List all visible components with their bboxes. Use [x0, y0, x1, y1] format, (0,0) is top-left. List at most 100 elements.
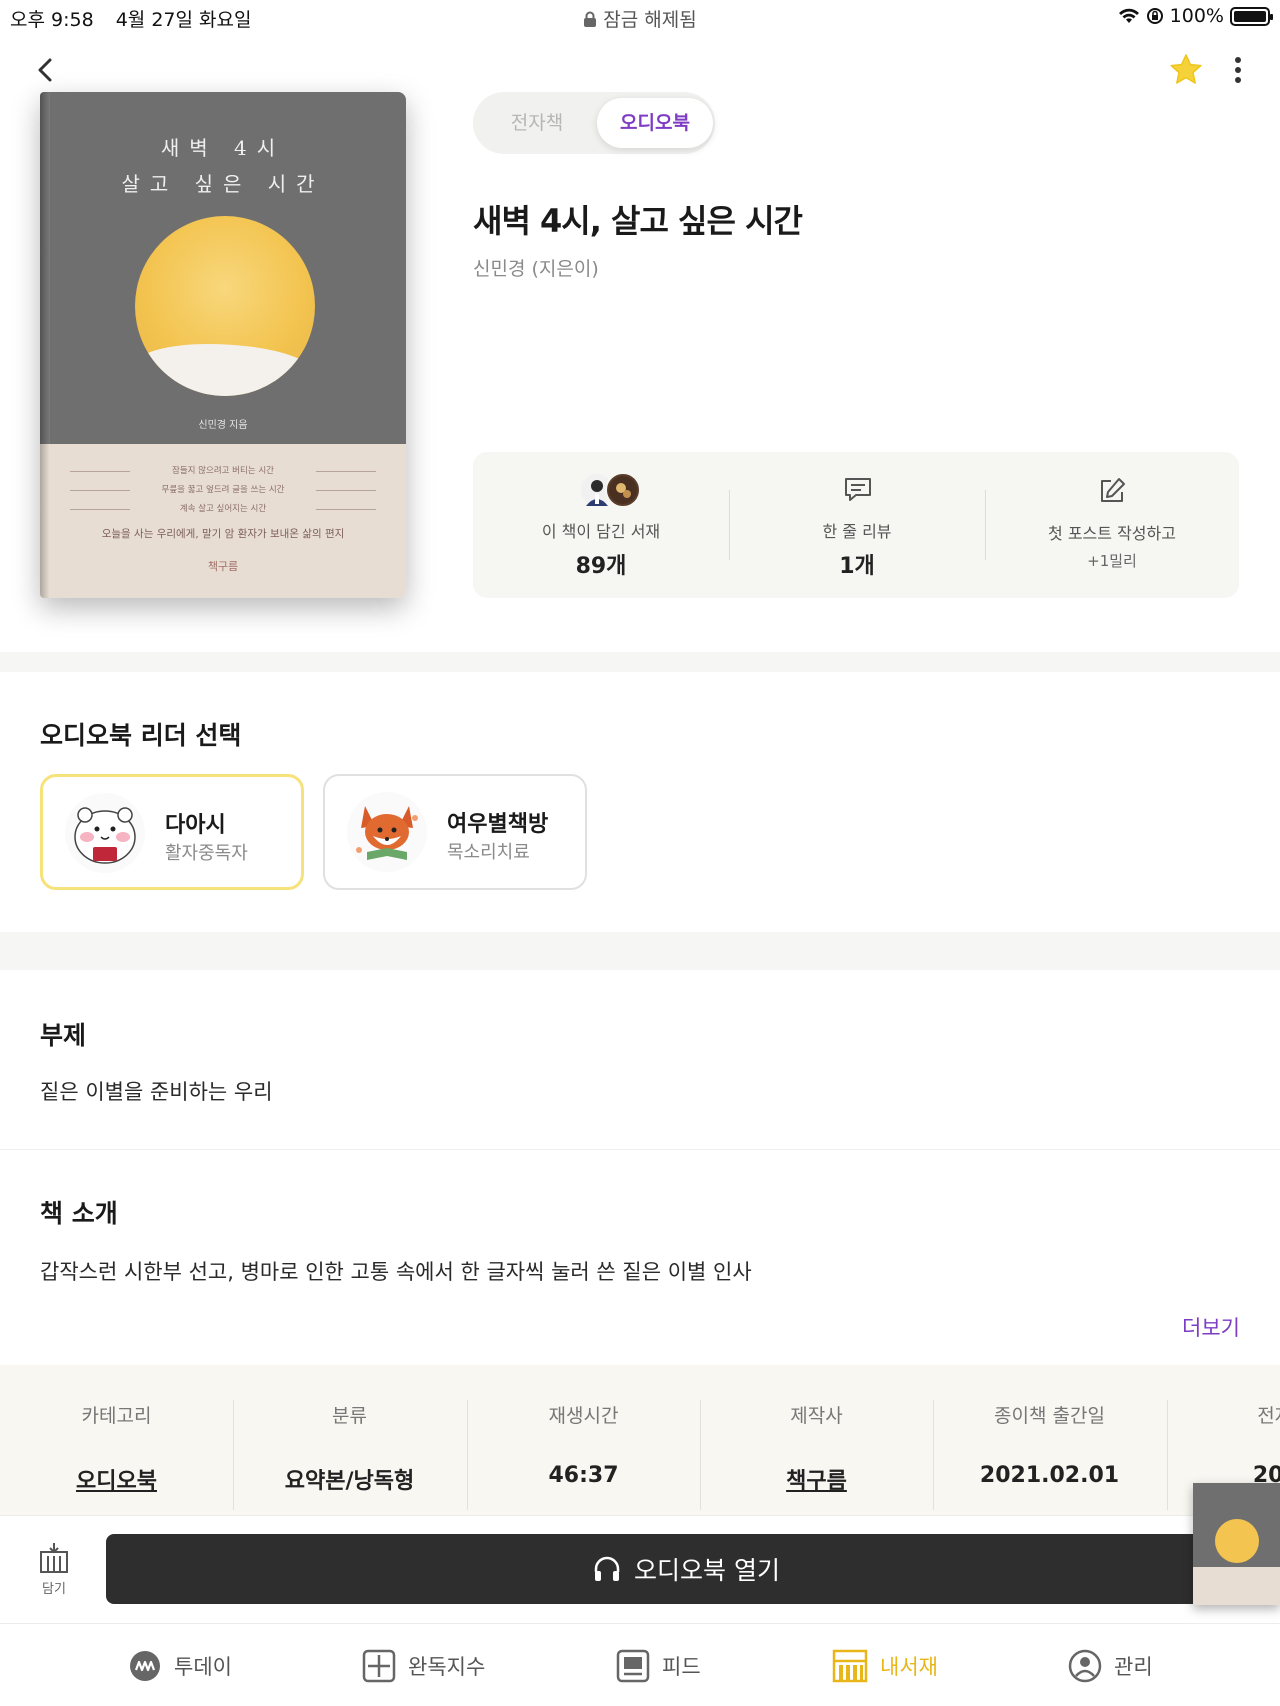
user-avatar	[605, 472, 641, 508]
feed-icon	[616, 1649, 650, 1682]
stat-post-label: 첫 포스트 작성하고	[1048, 524, 1176, 543]
reader-name: 여우별책방	[447, 812, 549, 837]
stats-card: 이 책이 담긴 서재 89개 한 줄 리뷰 1개 첫 포스트 작성하고 +1밀리	[473, 452, 1239, 598]
section-divider	[0, 652, 1280, 672]
info-label: 제작사	[790, 1405, 843, 1427]
shelf-avatars	[561, 472, 641, 508]
stat-shelves[interactable]: 이 책이 담긴 서재 89개	[473, 452, 729, 598]
lock-icon	[584, 11, 597, 27]
open-audiobook-button[interactable]: 오디오북 열기	[106, 1534, 1266, 1604]
subtitle-title: 부제	[40, 1021, 87, 1050]
cover-snow	[135, 344, 315, 396]
stat-reviews-label: 한 줄 리뷰	[822, 522, 892, 541]
book-title: 새벽 4시, 살고 싶은 시간	[473, 202, 803, 240]
cover-title-line1: 새벽 4시	[160, 136, 286, 160]
reader-card-yeoubyeol[interactable]: 여우별책방 목소리치료	[323, 774, 587, 890]
add-to-shelf-label: 담기	[42, 1582, 66, 1597]
book-author[interactable]: 신민경 (지은이)	[473, 254, 599, 281]
info-table: 카테고리 오디오북 분류 요약본/낭독형 재생시간 46:37 제작사 책구름 …	[0, 1365, 1280, 1515]
stat-post-sub: +1밀리	[1087, 552, 1137, 570]
reader-avatar	[65, 793, 145, 873]
status-right: 100%	[1118, 5, 1273, 27]
info-label: 전자책	[1257, 1405, 1280, 1427]
bottom-tab-bar: 투데이 완독지수 피드 내서재 관리	[0, 1623, 1280, 1706]
info-label: 종이책 출간일	[994, 1405, 1105, 1427]
cover-author: 신민경 지음	[198, 420, 248, 431]
tab-label: 피드	[662, 1654, 701, 1679]
stat-shelves-value: 89개	[575, 554, 627, 579]
cover-lines: 잠들지 않으려고 버티는 시간 무릎을 꿇고 엎드려 글을 쓰는 시간 계속 살…	[70, 462, 376, 519]
action-bar: 담기 오디오북 열기	[0, 1515, 1280, 1623]
headphones-icon	[594, 1556, 620, 1581]
info-value-link[interactable]: 오디오북	[0, 1463, 233, 1495]
tab-label: 내서재	[880, 1654, 938, 1679]
stat-reviews-value: 1개	[839, 554, 875, 579]
add-to-shelf-button[interactable]: 담기	[30, 1542, 78, 1597]
tab-feed[interactable]: 피드	[616, 1624, 701, 1706]
mini-cover-sun	[1215, 1519, 1259, 1563]
reader-card-daashi[interactable]: 다아시 활자중독자	[40, 774, 304, 890]
stat-first-post[interactable]: 첫 포스트 작성하고 +1밀리	[985, 452, 1239, 598]
cover-sun-illustration	[135, 216, 315, 396]
section-divider	[0, 932, 1280, 970]
battery-icon	[1230, 6, 1273, 26]
back-icon[interactable]	[26, 50, 66, 90]
info-type: 분류 요약본/낭독형	[233, 1365, 466, 1515]
info-value: 요약본/낭독형	[284, 1469, 415, 1494]
book-cover[interactable]: 새벽 4시 살고 싶은 시간 신민경 지음 잠들지 않으려고 버티는 시간 무릎…	[40, 92, 406, 598]
info-print-date: 종이책 출간일 2021.02.01	[933, 1365, 1166, 1515]
stat-shelves-label: 이 책이 담긴 서재	[541, 522, 661, 541]
reader-avatar	[347, 792, 427, 872]
tab-completion[interactable]: 완독지수	[362, 1624, 485, 1706]
divider	[0, 1149, 1280, 1150]
tab-ebook[interactable]: 전자책	[479, 98, 595, 148]
info-value: 2021.02.01	[979, 1463, 1120, 1488]
tab-label: 관리	[1114, 1654, 1153, 1679]
plus-grid-icon	[362, 1649, 396, 1682]
tab-my-library[interactable]: 내서재	[832, 1624, 938, 1706]
wifi-icon	[1118, 8, 1139, 23]
cover-line: 무릎을 꿇고 엎드려 글을 쓰는 시간	[70, 481, 376, 500]
library-icon	[832, 1649, 868, 1682]
info-value-link[interactable]: 책구름	[700, 1463, 933, 1495]
profile-icon	[1068, 1649, 1102, 1682]
reader-name: 다아시	[165, 813, 226, 838]
battery-fill	[1234, 10, 1266, 22]
more-link[interactable]: 더보기	[1182, 1312, 1240, 1342]
tab-manage[interactable]: 관리	[1068, 1624, 1153, 1706]
status-lock: 잠금 해제됨	[0, 5, 1280, 32]
star-icon[interactable]	[1168, 52, 1204, 88]
intro-text: 갑작스런 시한부 선고, 병마로 인한 고통 속에서 한 글자씩 눌러 쓴 짙은…	[40, 1260, 752, 1284]
reader-sub: 목소리치료	[447, 842, 530, 863]
orientation-lock-icon	[1146, 8, 1163, 24]
format-toggle: 전자책 오디오북	[473, 92, 715, 154]
status-bar: 오후 9:58 4월 27일 화요일 잠금 해제됨 100%	[0, 0, 1280, 34]
info-category: 카테고리 오디오북	[0, 1365, 233, 1515]
stat-reviews[interactable]: 한 줄 리뷰 1개	[729, 452, 985, 598]
hamster-avatar	[74, 807, 136, 864]
tab-label: 투데이	[174, 1654, 232, 1679]
reader-sub: 활자중독자	[165, 843, 248, 864]
edit-icon	[1101, 478, 1125, 502]
tab-today[interactable]: 투데이	[128, 1624, 232, 1706]
subtitle-text: 짙은 이별을 준비하는 우리	[40, 1080, 273, 1104]
cover-publisher-logo: 책구름	[207, 560, 239, 573]
comment-icon	[845, 478, 871, 501]
cover-title-line2: 살고 싶은 시간	[121, 172, 325, 196]
battery-percent: 100%	[1169, 5, 1224, 27]
mini-player-cover[interactable]	[1193, 1483, 1280, 1605]
fox-avatar	[356, 806, 418, 860]
info-label: 분류	[332, 1405, 367, 1427]
cover-spine	[40, 92, 50, 598]
info-value: 46:37	[548, 1463, 619, 1488]
open-audiobook-label: 오디오북 열기	[634, 1556, 780, 1585]
mini-cover-bottom	[1193, 1567, 1280, 1605]
today-icon	[130, 1650, 160, 1681]
more-vertical-icon[interactable]	[1226, 52, 1250, 88]
info-label: 재생시간	[548, 1405, 619, 1427]
tab-label: 완독지수	[408, 1654, 486, 1679]
info-producer: 제작사 책구름	[700, 1365, 933, 1515]
info-duration: 재생시간 46:37	[467, 1365, 700, 1515]
tab-audiobook[interactable]: 오디오북	[597, 98, 713, 148]
cover-line: 계속 살고 싶어지는 시간	[70, 500, 376, 519]
